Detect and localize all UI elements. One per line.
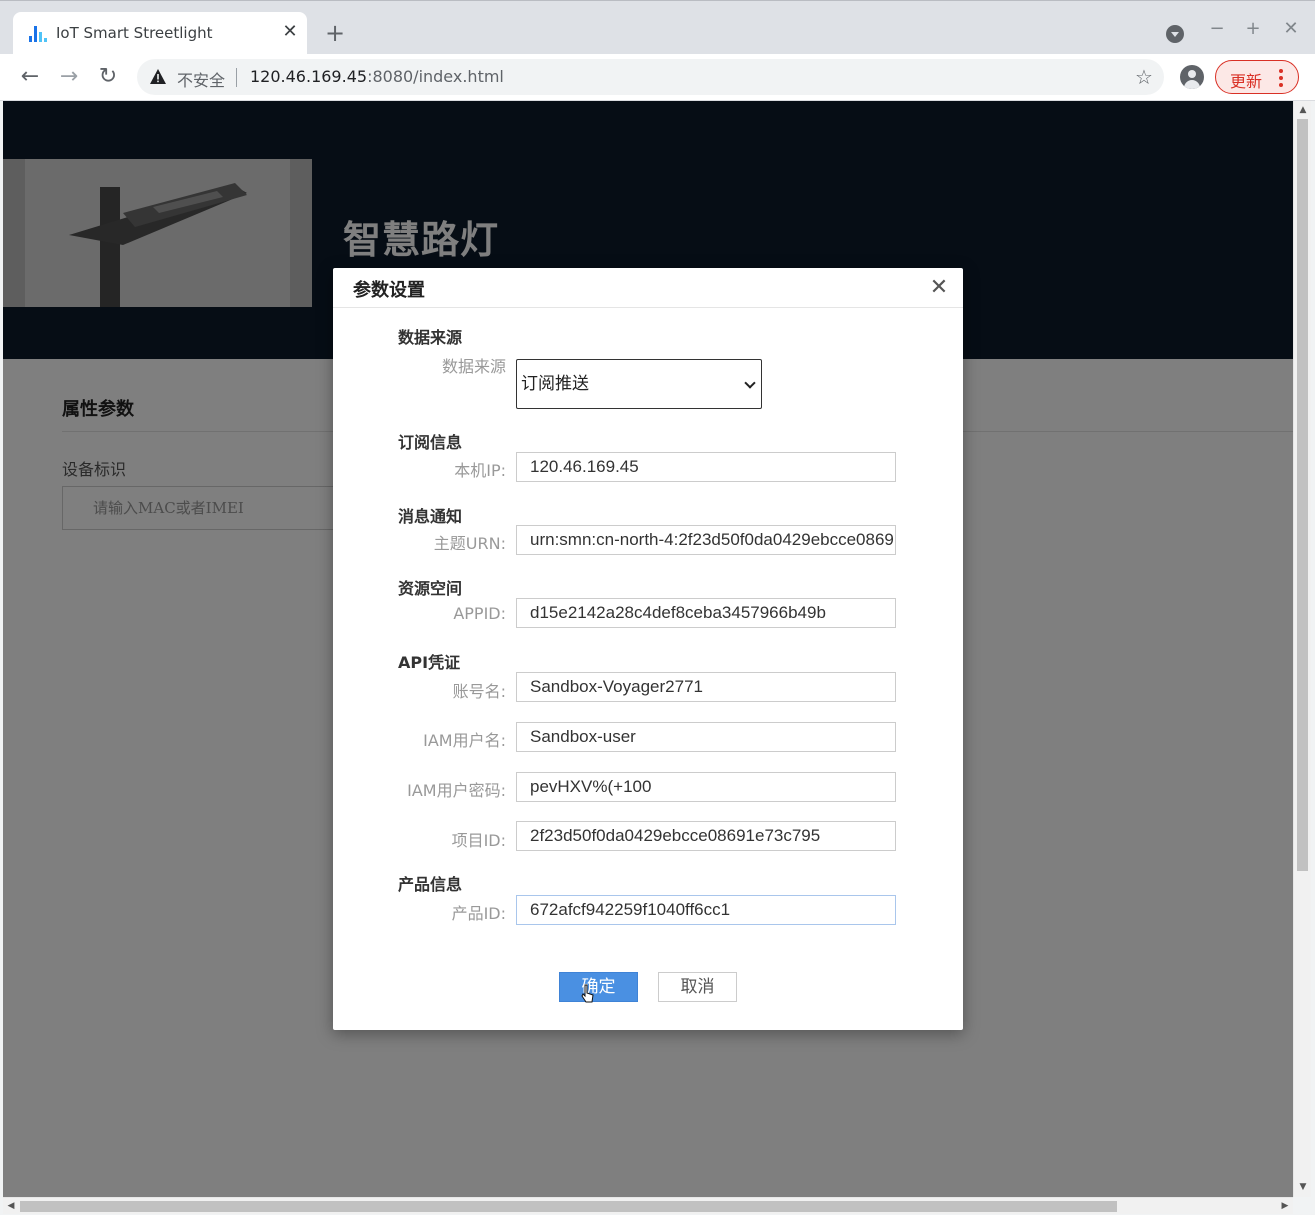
local-ip-label: 本机IP: bbox=[454, 461, 506, 480]
topic-urn-input[interactable]: urn:smn:cn-north-4:2f23d50f0da0429ebcce0… bbox=[516, 525, 896, 555]
avatar-icon[interactable] bbox=[1180, 65, 1204, 89]
browser-toolbar: ← → ↻ 不安全 120.46.169.45:8080/index.html … bbox=[0, 54, 1315, 101]
appid-label: APPID: bbox=[453, 604, 506, 623]
warning-icon[interactable] bbox=[149, 68, 167, 85]
scroll-right-icon[interactable]: ▶ bbox=[1279, 1200, 1291, 1212]
address-bar[interactable]: 不安全 120.46.169.45:8080/index.html ☆ bbox=[137, 59, 1164, 95]
product-id-label: 产品ID: bbox=[451, 904, 506, 923]
window-close-button[interactable]: ✕ bbox=[1279, 17, 1303, 41]
tab-title: IoT Smart Streetlight bbox=[56, 24, 213, 42]
data-source-selected: 订阅推送 bbox=[521, 374, 589, 394]
dialog-header: 参数设置 ✕ bbox=[333, 268, 963, 308]
close-icon[interactable]: ✕ bbox=[927, 276, 951, 300]
iam-user-label: IAM用户名: bbox=[423, 731, 506, 750]
appid-input[interactable]: d15e2142a28c4def8ceba3457966b49b bbox=[516, 598, 896, 628]
horizontal-scroll-thumb[interactable] bbox=[20, 1201, 1117, 1212]
cancel-button[interactable]: 取消 bbox=[658, 972, 737, 1002]
confirm-button[interactable]: 确定 bbox=[559, 972, 638, 1002]
iam-password-label: IAM用户密码: bbox=[407, 781, 506, 800]
vertical-scrollbar[interactable]: ▲ ▼ bbox=[1293, 101, 1311, 1197]
resource-group-title: 资源空间 bbox=[398, 579, 463, 598]
product-id-input[interactable]: 672afcf942259f1040ff6cc1 bbox=[516, 895, 896, 925]
account-name-input[interactable]: Sandbox-Voyager2771 bbox=[516, 672, 896, 702]
bookmark-star-icon[interactable]: ☆ bbox=[1131, 64, 1157, 90]
settings-dialog: 参数设置 ✕ 数据来源 数据来源 订阅推送 订阅信息 本机IP: 120.46.… bbox=[333, 268, 963, 1030]
data-source-label: 数据来源 bbox=[441, 357, 506, 376]
reload-button[interactable]: ↻ bbox=[93, 62, 123, 92]
tab-close-icon[interactable]: ✕ bbox=[280, 22, 300, 42]
account-name-label: 账号名: bbox=[452, 682, 506, 701]
scroll-down-icon[interactable]: ▼ bbox=[1298, 1181, 1308, 1193]
back-button[interactable]: ← bbox=[15, 62, 45, 92]
tab-strip: IoT Smart Streetlight ✕ + − + ✕ bbox=[0, 0, 1315, 55]
url-path: :8080/index.html bbox=[367, 67, 504, 86]
topic-urn-label: 主题URN: bbox=[433, 534, 506, 553]
project-id-label: 项目ID: bbox=[451, 831, 506, 850]
product-group-title: 产品信息 bbox=[398, 875, 463, 894]
scroll-left-icon[interactable]: ◀ bbox=[5, 1200, 17, 1212]
update-button[interactable]: 更新 bbox=[1215, 60, 1299, 94]
url-text[interactable]: 120.46.169.45:8080/index.html bbox=[250, 67, 504, 86]
api-group-title: API凭证 bbox=[398, 653, 461, 672]
notification-group-title: 消息通知 bbox=[398, 507, 463, 526]
iam-user-input[interactable]: Sandbox-user bbox=[516, 722, 896, 752]
browser-tab[interactable]: IoT Smart Streetlight ✕ bbox=[13, 12, 307, 55]
pointer-cursor-icon bbox=[581, 984, 594, 1003]
scroll-up-icon[interactable]: ▲ bbox=[1298, 104, 1308, 116]
local-ip-input[interactable]: 120.46.169.45 bbox=[516, 452, 896, 482]
url-host: 120.46.169.45 bbox=[250, 67, 368, 86]
profile-dropdown-icon[interactable] bbox=[1166, 25, 1184, 43]
kebab-menu-icon[interactable] bbox=[1278, 69, 1284, 87]
bar-chart-favicon bbox=[29, 25, 47, 42]
omnibox-divider bbox=[236, 68, 237, 87]
dialog-title: 参数设置 bbox=[353, 280, 425, 301]
minimize-button[interactable]: − bbox=[1205, 17, 1229, 41]
chevron-down-icon bbox=[744, 377, 756, 389]
horizontal-scrollbar[interactable]: ◀ ▶ bbox=[3, 1197, 1293, 1214]
data-source-select[interactable]: 订阅推送 bbox=[516, 359, 762, 409]
subscription-group-title: 订阅信息 bbox=[398, 433, 463, 452]
data-source-group-title: 数据来源 bbox=[398, 328, 463, 347]
not-secure-label[interactable]: 不安全 bbox=[177, 67, 225, 91]
forward-button[interactable]: → bbox=[54, 62, 84, 92]
vertical-scroll-thumb[interactable] bbox=[1297, 119, 1308, 871]
maximize-button[interactable]: + bbox=[1241, 17, 1265, 41]
project-id-input[interactable]: 2f23d50f0da0429ebcce08691e73c795 bbox=[516, 821, 896, 851]
new-tab-button[interactable]: + bbox=[322, 20, 348, 46]
update-label: 更新 bbox=[1230, 72, 1263, 91]
iam-password-input[interactable]: pevHXV%(+100 bbox=[516, 772, 896, 802]
